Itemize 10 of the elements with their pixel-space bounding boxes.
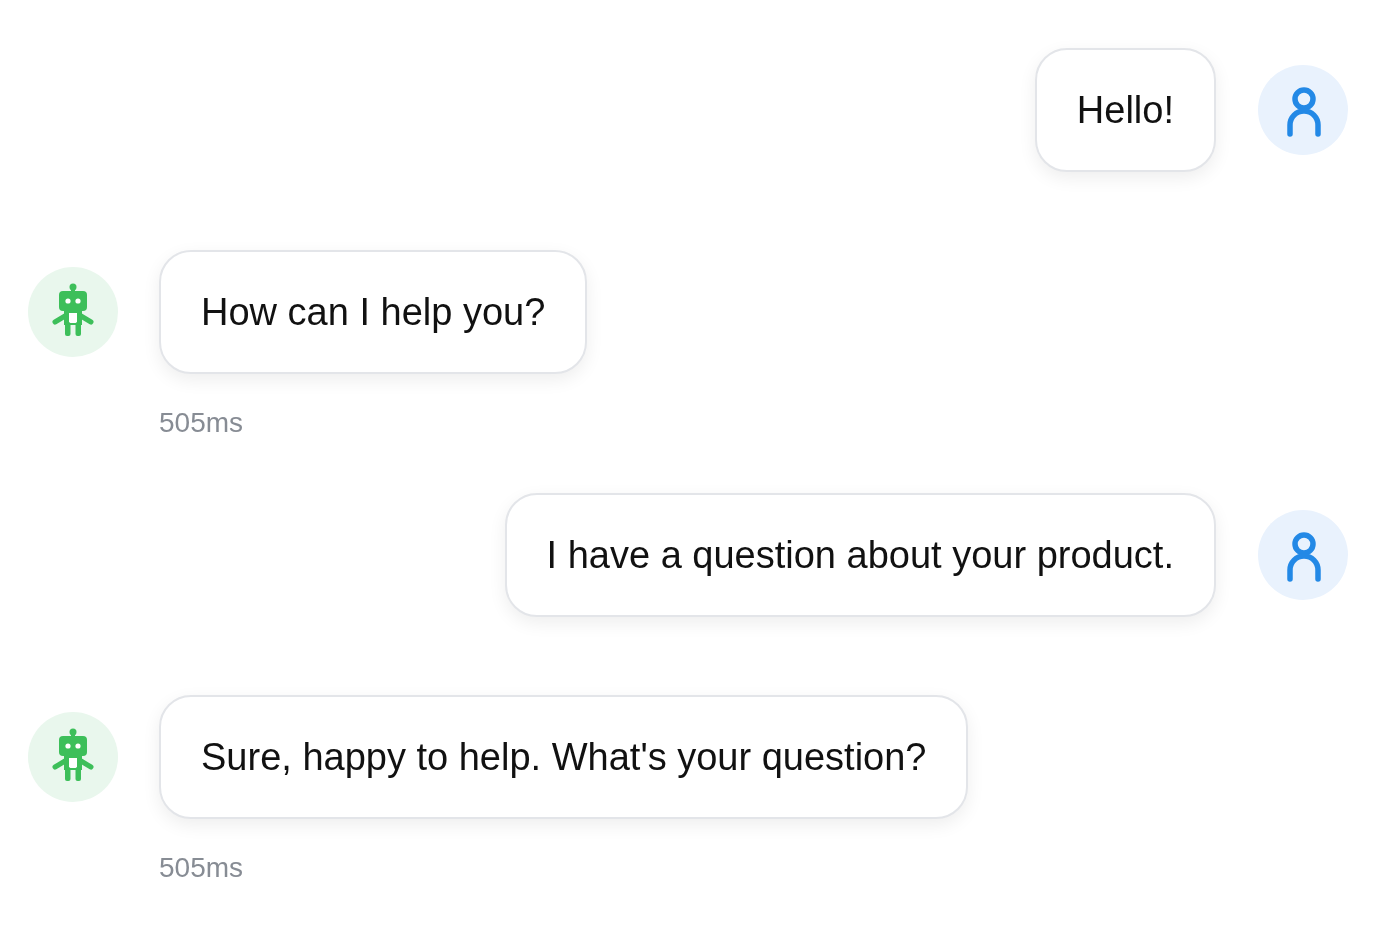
- bot-message: Sure, happy to help. What's your question?: [159, 695, 969, 819]
- response-time: 505ms: [159, 406, 244, 440]
- robot-icon: [28, 267, 118, 357]
- person-icon: [1258, 65, 1348, 155]
- user-message: Hello!: [1034, 48, 1216, 172]
- robot-icon: [28, 712, 118, 802]
- user-message: I have a question about your product.: [504, 493, 1216, 617]
- response-time: 505ms: [159, 851, 244, 885]
- bot-message: How can I help you?: [159, 250, 588, 374]
- person-icon: [1258, 510, 1348, 600]
